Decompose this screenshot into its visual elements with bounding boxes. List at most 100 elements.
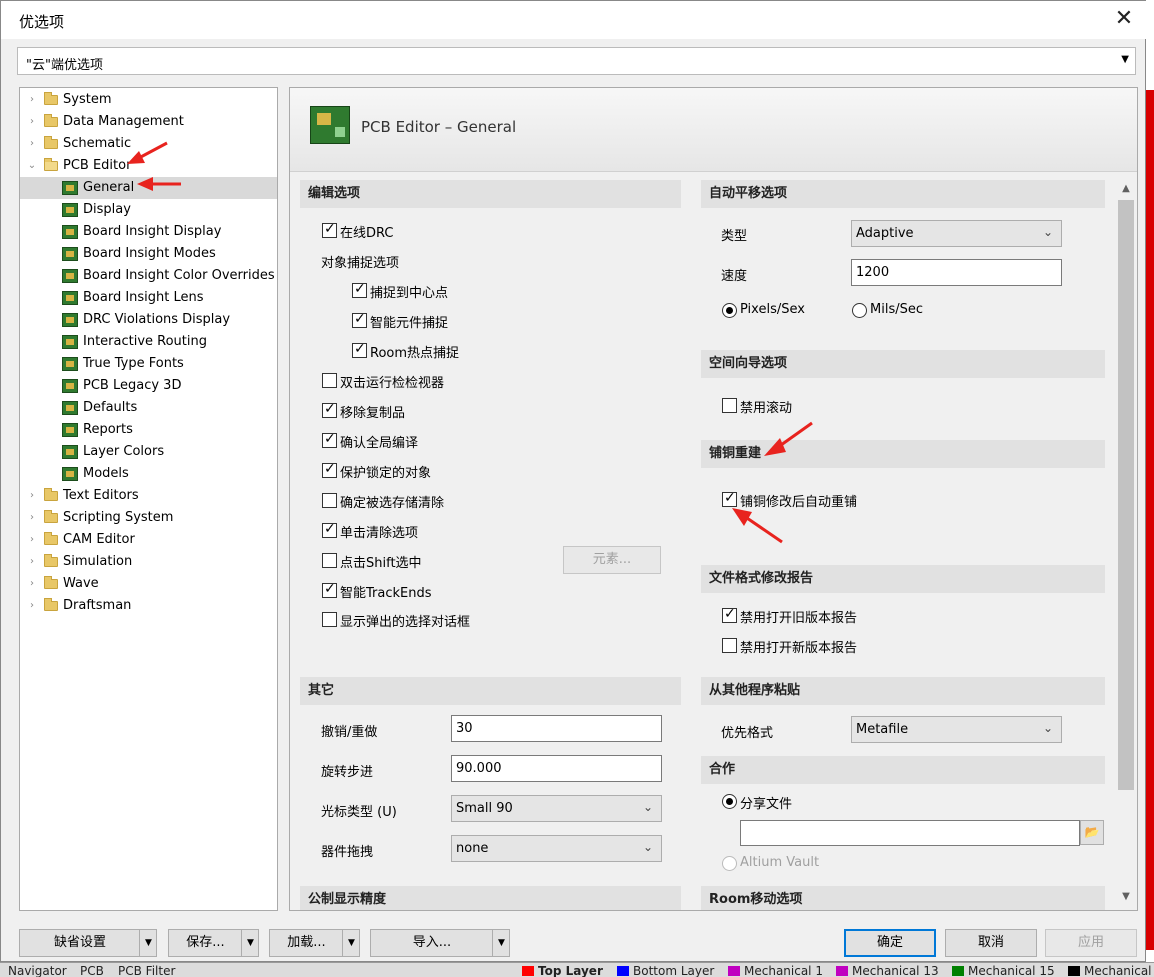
close-button[interactable]: ✕ — [1107, 5, 1141, 35]
chevron-right-icon[interactable]: › — [26, 111, 38, 133]
folder-open-icon[interactable]: 📂 — [1080, 820, 1104, 845]
tree-item[interactable]: Board Insight Color Overrides — [20, 265, 277, 287]
ok-button[interactable]: 确定 — [844, 929, 936, 957]
share-path-input[interactable] — [740, 820, 1080, 846]
scroll-down-icon[interactable]: ▼ — [1117, 888, 1135, 906]
defaults-split-dropdown-icon[interactable]: ▼ — [139, 930, 157, 956]
undo-redo-input[interactable]: 30 — [451, 715, 662, 742]
preferred-format-select[interactable]: Metafile ⌄ — [851, 716, 1062, 743]
component-drag-select[interactable]: none ⌄ — [451, 835, 662, 862]
scroll-up-icon[interactable]: ▲ — [1117, 180, 1135, 198]
rotation-step-input[interactable]: 90.000 — [451, 755, 662, 782]
save-button[interactable]: 保存... ▼ — [168, 929, 259, 957]
tree-item[interactable]: Models — [20, 463, 277, 485]
altium-vault-radio[interactable] — [722, 856, 737, 871]
pixels-per-sec-radio[interactable] — [722, 303, 737, 318]
scroll-thumb[interactable] — [1118, 200, 1134, 790]
shift-click-select-checkbox[interactable] — [322, 553, 337, 568]
confirm-global-compile-checkbox[interactable] — [322, 431, 337, 448]
disable-new-version-report-checkbox[interactable] — [722, 638, 737, 653]
preferences-tree[interactable]: › System › Data Management › Schematic ⌄ PCB Ed… — [19, 87, 278, 911]
folder-icon — [44, 554, 58, 567]
chevron-right-icon[interactable]: › — [26, 507, 38, 529]
chevron-down-icon[interactable]: ⌄ — [26, 155, 38, 177]
disable-scroll-checkbox[interactable] — [722, 398, 737, 413]
chevron-right-icon[interactable]: › — [26, 551, 38, 573]
shift-click-select-label: 点击Shift选中 — [340, 556, 422, 571]
tree-item[interactable]: Reports — [20, 419, 277, 441]
disable-old-version-report-checkbox[interactable] — [722, 606, 737, 623]
load-button[interactable]: 加载... ▼ — [269, 929, 360, 957]
tree-item[interactable]: Defaults — [20, 397, 277, 419]
settings-panel: PCB Editor – General 编辑选项 在线DRC 对象捕捉选项 捕… — [289, 87, 1138, 911]
load-split-dropdown-icon[interactable]: ▼ — [342, 930, 360, 956]
tree-item[interactable]: Board Insight Display — [20, 221, 277, 243]
section-collaboration: 合作 — [701, 756, 1105, 784]
tree-item[interactable]: Board Insight Modes — [20, 243, 277, 265]
remove-duplicates-checkbox[interactable] — [322, 401, 337, 418]
save-split-dropdown-icon[interactable]: ▼ — [241, 930, 259, 956]
layer-tab-mech[interactable]: Mechanical — [1068, 964, 1152, 977]
tree-item[interactable]: › Draftsman — [20, 595, 277, 617]
tree-item[interactable]: Display — [20, 199, 277, 221]
tree-item[interactable]: › Text Editors — [20, 485, 277, 507]
panel-scrollbar[interactable]: ▲ ▼ — [1117, 180, 1135, 908]
tree-item[interactable]: › Wave — [20, 573, 277, 595]
tree-item[interactable]: PCB Legacy 3D — [20, 375, 277, 397]
chevron-right-icon[interactable]: › — [26, 89, 38, 111]
section-autopan: 自动平移选项 — [701, 180, 1105, 208]
tree-item[interactable]: True Type Fonts — [20, 353, 277, 375]
statusbar-item[interactable]: PCB Filter — [118, 964, 175, 977]
protect-locked-checkbox[interactable] — [322, 461, 337, 478]
dblclick-inspector-checkbox[interactable] — [322, 373, 337, 388]
tree-item[interactable]: Interactive Routing — [20, 331, 277, 353]
layer-tab-mech15[interactable]: Mechanical 15 — [952, 964, 1055, 977]
defaults-button[interactable]: 缺省设置 ▼ — [19, 929, 157, 957]
tree-item[interactable]: › System — [20, 89, 277, 111]
smart-component-snap-checkbox[interactable] — [352, 311, 367, 328]
chevron-right-icon[interactable]: › — [26, 133, 38, 155]
auto-repour-checkbox[interactable] — [722, 490, 737, 507]
autopan-speed-input[interactable]: 1200 — [851, 259, 1062, 286]
room-hotspot-snap-checkbox[interactable] — [352, 341, 367, 358]
snap-center-checkbox[interactable] — [352, 281, 367, 298]
layer-tab-top[interactable]: Top Layer — [522, 964, 603, 977]
confirm-clear-selection-checkbox[interactable] — [322, 493, 337, 508]
cancel-button[interactable]: 取消 — [945, 929, 1037, 957]
tree-item[interactable]: Board Insight Lens — [20, 287, 277, 309]
smart-trackends-label: 智能TrackEnds — [340, 586, 432, 601]
statusbar-item[interactable]: Navigator — [8, 964, 67, 977]
layer-tab-mech13[interactable]: Mechanical 13 — [836, 964, 939, 977]
chevron-right-icon[interactable]: › — [26, 485, 38, 507]
online-drc-checkbox[interactable] — [322, 221, 337, 238]
tree-item[interactable]: › CAM Editor — [20, 529, 277, 551]
chevron-right-icon[interactable]: › — [26, 595, 38, 617]
mils-per-sec-radio[interactable] — [852, 303, 867, 318]
tree-item[interactable]: Layer Colors — [20, 441, 277, 463]
show-popup-dialog-checkbox[interactable] — [322, 612, 337, 627]
tree-item-label: Schematic — [63, 136, 132, 151]
click-clear-selection-checkbox[interactable] — [322, 521, 337, 538]
layer-tab-bottom[interactable]: Bottom Layer — [617, 964, 714, 977]
import-button[interactable]: 导入... ▼ — [370, 929, 510, 957]
tree-item[interactable]: DRC Violations Display — [20, 309, 277, 331]
chevron-right-icon[interactable]: › — [26, 573, 38, 595]
chevron-right-icon[interactable]: › — [26, 529, 38, 551]
cursor-type-select[interactable]: Small 90 ⌄ — [451, 795, 662, 822]
tree-item[interactable]: › Scripting System — [20, 507, 277, 529]
statusbar-item[interactable]: PCB — [80, 964, 104, 977]
background-pcb-canvas — [1146, 90, 1154, 950]
cloud-preferences-select[interactable]: "云"端优选项 ▼ — [17, 47, 1136, 75]
elements-button[interactable]: 元素... — [563, 546, 661, 574]
room-hotspot-snap-label: Room热点捕捉 — [370, 346, 460, 361]
tree-item[interactable]: › Simulation — [20, 551, 277, 573]
autopan-type-select[interactable]: Adaptive ⌄ — [851, 220, 1062, 247]
panel-header: PCB Editor – General — [290, 88, 1137, 172]
apply-button[interactable]: 应用 — [1045, 929, 1137, 957]
dialog-title: 优选项 — [19, 13, 65, 31]
share-file-radio[interactable] — [722, 794, 737, 809]
layer-tab-mech1[interactable]: Mechanical 1 — [728, 964, 823, 977]
smart-trackends-checkbox[interactable] — [322, 581, 337, 598]
import-split-dropdown-icon[interactable]: ▼ — [492, 930, 510, 956]
tree-item[interactable]: › Data Management — [20, 111, 277, 133]
